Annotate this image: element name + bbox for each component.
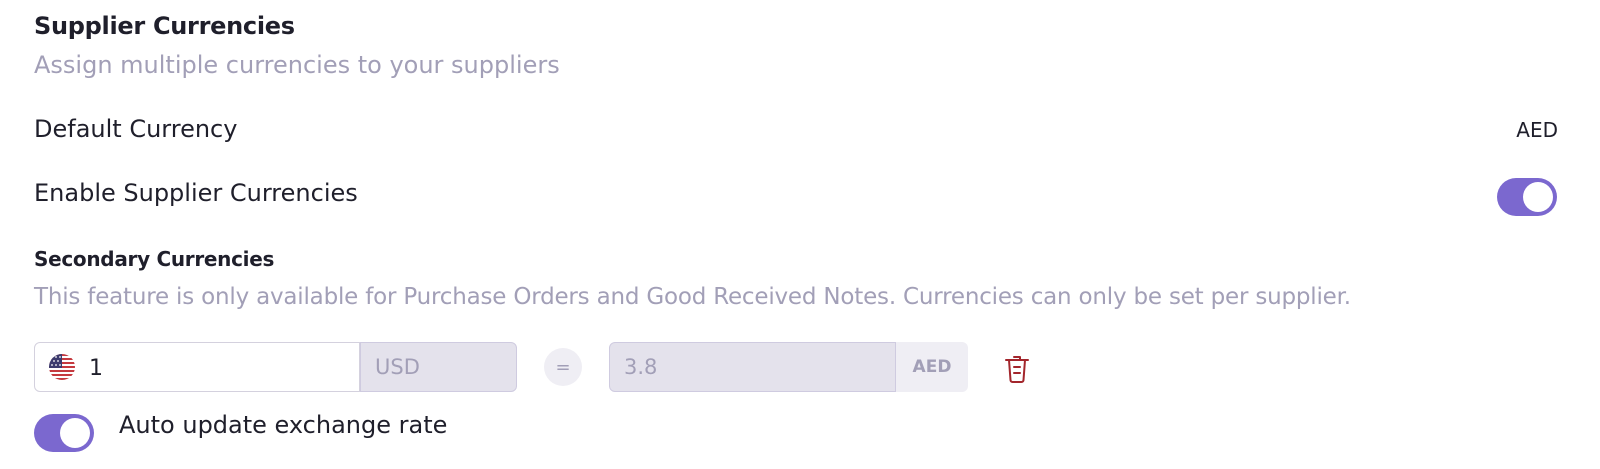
secondary-currencies-title: Secondary Currencies (34, 247, 275, 271)
default-currency-label: Default Currency (34, 115, 238, 143)
secondary-currencies-description: This feature is only available for Purch… (34, 284, 1351, 310)
enable-supplier-currencies-toggle[interactable] (1497, 178, 1557, 216)
amount-field (34, 342, 360, 392)
toggle-knob (1523, 182, 1553, 212)
currency-select[interactable]: USD (360, 342, 517, 392)
exchange-rate-input[interactable] (609, 342, 896, 392)
rate-unit-label: AED (896, 342, 968, 392)
us-flag-icon (49, 354, 75, 380)
auto-update-toggle[interactable] (34, 414, 94, 452)
trash-icon (1005, 356, 1029, 383)
page-title: Supplier Currencies (34, 12, 295, 40)
page-subtitle: Assign multiple currencies to your suppl… (34, 51, 560, 79)
auto-update-label: Auto update exchange rate (119, 411, 448, 439)
amount-input[interactable] (87, 349, 351, 387)
enable-supplier-currencies-label: Enable Supplier Currencies (34, 179, 358, 207)
delete-currency-button[interactable] (1003, 354, 1031, 384)
default-currency-value: AED (1516, 118, 1558, 142)
toggle-knob (60, 418, 90, 448)
equals-sign: = (544, 348, 582, 386)
